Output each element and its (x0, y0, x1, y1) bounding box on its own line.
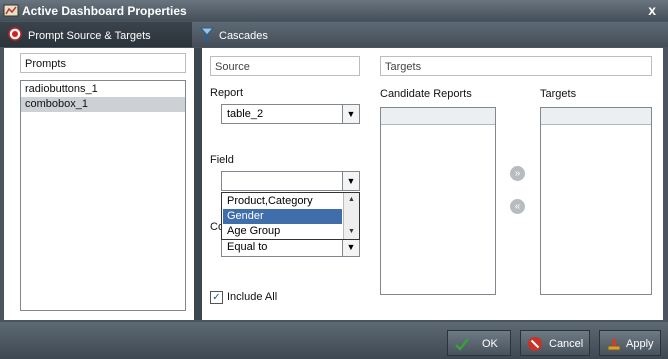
button-bar: OK Cancel Apply (0, 322, 668, 359)
source-header: Source (210, 56, 360, 76)
include-all-label: Include All (227, 291, 278, 303)
title-bar: Active Dashboard Properties x (0, 0, 668, 21)
apply-label: Apply (626, 338, 654, 350)
targets-header: Targets (380, 56, 652, 76)
target-icon (8, 27, 22, 41)
tab-bar: Prompt Source & Targets Cascades (0, 22, 668, 47)
prompts-header: Prompts (20, 53, 186, 73)
dialog-window: Active Dashboard Properties x Prompt Sou… (0, 0, 668, 359)
apply-button[interactable]: Apply (599, 330, 661, 356)
candidate-reports-list[interactable] (380, 107, 496, 295)
field-label: Field (210, 154, 234, 166)
remove-target-button[interactable]: « (510, 199, 525, 214)
close-icon[interactable]: x (648, 2, 656, 18)
list-item[interactable]: radiobuttons_1 (21, 82, 185, 97)
prompts-panel: Prompts radiobuttons_1 combobox_1 (4, 48, 194, 320)
dropdown-option-highlighted[interactable]: Gender (223, 209, 342, 224)
apply-icon (607, 339, 621, 351)
condition-value: Equal to (227, 241, 268, 253)
chevron-down-icon[interactable]: ▼ (342, 238, 359, 256)
list-item-selected[interactable]: combobox_1 (21, 97, 185, 112)
condition-select[interactable]: Equal to ▼ (221, 237, 360, 257)
field-dropdown-list[interactable]: Product,Category Gender Age Group ▲ ▼ (221, 192, 360, 240)
dropdown-scrollbar[interactable]: ▲ ▼ (343, 193, 359, 239)
ok-button[interactable]: OK (447, 330, 511, 356)
list-header (381, 108, 495, 125)
scroll-up-icon[interactable]: ▲ (344, 193, 359, 207)
source-targets-panel: Source Targets Report table_2 ▼ Field ▼ … (202, 48, 663, 320)
tab-label: Prompt Source & Targets (28, 30, 151, 42)
include-all-checkbox[interactable]: ✓ (210, 291, 223, 304)
chevron-down-icon[interactable]: ▼ (342, 105, 359, 123)
candidate-reports-label: Candidate Reports (380, 88, 472, 100)
cascade-icon (200, 27, 214, 41)
report-select[interactable]: table_2 ▼ (221, 104, 360, 124)
list-header (541, 108, 651, 125)
chevron-down-icon[interactable]: ▼ (342, 172, 359, 190)
checkmark-icon (455, 338, 469, 351)
cancel-label: Cancel (549, 338, 584, 350)
prompts-list[interactable]: radiobuttons_1 combobox_1 (20, 80, 186, 311)
ok-label: OK (482, 338, 498, 350)
tab-prompt-source-targets[interactable]: Prompt Source & Targets (0, 22, 192, 47)
targets-label: Targets (540, 88, 577, 100)
targets-list[interactable] (540, 107, 652, 295)
report-value: table_2 (227, 108, 264, 120)
field-select[interactable]: ▼ (221, 171, 360, 191)
dropdown-option[interactable]: Age Group (223, 224, 342, 239)
splitter[interactable] (194, 48, 202, 320)
cancel-icon (528, 337, 542, 351)
report-label: Report (210, 87, 244, 99)
dropdown-option[interactable]: Product,Category (223, 194, 342, 209)
add-target-button[interactable]: » (510, 166, 525, 181)
tab-cascades[interactable]: Cascades (192, 22, 668, 47)
window-title: Active Dashboard Properties (22, 4, 187, 18)
dashboard-app-icon (3, 4, 19, 17)
cancel-button[interactable]: Cancel (520, 330, 590, 356)
scroll-down-icon[interactable]: ▼ (344, 225, 359, 239)
content-area: Prompts radiobuttons_1 combobox_1 Source… (4, 48, 663, 320)
tab-label: Cascades (219, 30, 268, 42)
